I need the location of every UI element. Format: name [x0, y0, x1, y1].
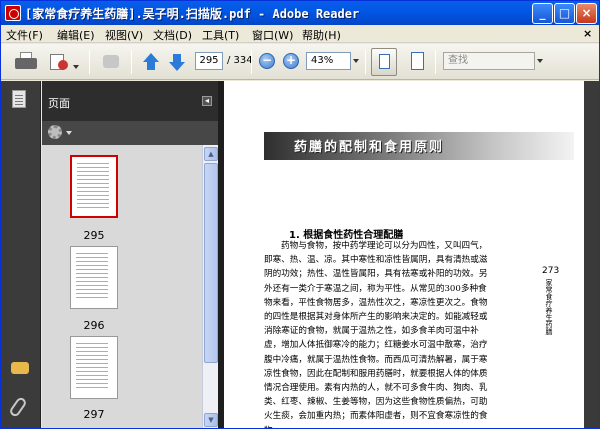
arrow-down-icon — [169, 62, 185, 71]
paragraph-line: 外还有一类介于寒温之间，称为平性。从常见的300多种食 — [264, 283, 487, 294]
toolbar-separator — [365, 50, 366, 74]
collapse-panel-button[interactable]: ◂ — [202, 96, 212, 106]
thumbnail-page-number: 295 — [83, 229, 105, 242]
running-header: 家常食疗养生药膳 — [545, 279, 553, 335]
menu-tools[interactable]: 工具(T) — [202, 27, 239, 43]
page-number-label: 273 — [542, 266, 560, 276]
pages-panel-icon[interactable] — [12, 90, 26, 108]
print-button[interactable] — [15, 50, 37, 74]
page-thumbnail-296[interactable] — [70, 246, 118, 309]
fit-width-icon — [411, 52, 424, 70]
options-dropdown-arrow[interactable] — [66, 131, 72, 135]
page-thumbnail-297[interactable] — [70, 336, 118, 399]
fit-page-button[interactable] — [371, 48, 397, 76]
pages-panel-title: 页面 — [48, 97, 70, 110]
toolbar-separator — [131, 50, 132, 74]
thumbnail-page-number: 297 — [83, 408, 105, 421]
next-page-button[interactable] — [167, 50, 187, 74]
collaborate-icon — [58, 60, 68, 70]
window-title: [家常食疗养生药膳].吴子明.扫描版.pdf - Adobe Reader — [25, 7, 360, 21]
page-total: / 334 — [227, 55, 253, 66]
pages-panel-toolbar — [42, 121, 218, 145]
comments-icon[interactable] — [11, 362, 29, 374]
speech-bubble-icon — [103, 55, 119, 68]
menu-bar: 文件(F) 编辑(E) 视图(V) 文档(D) 工具(T) 窗口(W) 帮助(H… — [1, 25, 599, 43]
search-input[interactable]: 查找 — [443, 52, 535, 70]
title-bar[interactable]: [家常食疗养生药膳].吴子明.扫描版.pdf - Adobe Reader _ … — [1, 1, 599, 25]
paragraph-line: 情况合理使用。素有内热的人，就不可多食牛肉、狗肉、乳 — [264, 383, 488, 394]
menu-document[interactable]: 文档(D) — [153, 27, 192, 43]
scrollbar-thumb[interactable] — [204, 163, 218, 363]
document-scrollbar[interactable] — [584, 81, 599, 428]
adobe-reader-window: [家常食疗养生药膳].吴子明.扫描版.pdf - Adobe Reader _ … — [0, 0, 600, 429]
close-button[interactable]: × — [576, 3, 597, 24]
scroll-down-button[interactable]: ▼ — [204, 413, 218, 427]
zoom-level-input[interactable]: 43% — [306, 52, 351, 70]
body-paragraph: 药物与食物，按中药学理论可以分为四性，又叫四气， 即寒、热、温、凉。其中寒性和凉… — [264, 239, 537, 428]
paragraph-line: 即寒、热、温、凉。其中寒性和凉性皆属阴，具有清热或滋 — [264, 255, 488, 266]
collaborate-dropdown-arrow[interactable] — [73, 65, 79, 69]
page-thumbnail-295[interactable] — [70, 155, 118, 218]
menu-help[interactable]: 帮助(H) — [302, 27, 341, 43]
paragraph-line: 药物与食物，按中药学理论可以分为四性，又叫四气， — [281, 241, 488, 251]
fit-page-icon — [379, 54, 390, 69]
pages-panel-header: 页面 ◂ — [42, 81, 218, 121]
minimize-button[interactable]: _ — [532, 3, 553, 24]
document-close-button[interactable]: × — [583, 27, 592, 40]
paragraph-line: 类、红枣、辣椒、生姜等物，因为这些食物性质偏热，可助 — [264, 397, 488, 408]
toolbar-separator — [89, 50, 90, 74]
chevron-down-icon — [353, 59, 359, 63]
paragraph-line: 物。 — [264, 424, 537, 428]
thumbnail-scrollbar[interactable]: ▲ ▼ — [202, 145, 218, 428]
paragraph-line: 火生痰，会加重内热；而素体阳虚者，则不宜食寒凉性的食 — [264, 411, 488, 422]
gear-icon[interactable] — [48, 125, 62, 139]
zoom-out-button[interactable]: − — [259, 53, 275, 69]
chevron-down-icon — [537, 59, 543, 63]
scroll-up-button[interactable]: ▲ — [204, 147, 218, 161]
thumbnail-list: 295 296 297 — [42, 145, 202, 428]
menu-file[interactable]: 文件(F) — [6, 27, 43, 43]
maximize-button[interactable]: □ — [554, 3, 575, 24]
toolbar-separator — [435, 50, 436, 74]
search-dropdown[interactable] — [535, 52, 545, 70]
paragraph-line: 腹中冷痛，就属于温热性食物。而西瓜可清热解暑，属于寒 — [264, 354, 488, 365]
thumbnail-page-number: 296 — [83, 319, 105, 332]
paragraph-line: 阴的功效；热性、温性皆属阳，具有祛寒或补阳的功效。另 — [264, 269, 488, 280]
menu-window[interactable]: 窗口(W) — [252, 27, 293, 43]
chapter-heading: 药膳的配制和食用原则 — [294, 140, 445, 155]
paragraph-line: 消除寒证的食物，就属于温热之性，如多食羊肉可温中补 — [264, 326, 479, 337]
fit-width-button[interactable] — [408, 50, 428, 74]
comment-button[interactable] — [101, 50, 121, 74]
paragraph-line: 虚，增加人体抵御寒冷的能力；红糖姜水可温中散寒，治疗 — [264, 340, 488, 351]
navigation-strip — [1, 81, 41, 428]
adobe-reader-icon — [5, 5, 21, 21]
zoom-dropdown[interactable] — [351, 52, 361, 70]
menu-view[interactable]: 视图(V) — [105, 27, 143, 43]
menu-edit[interactable]: 编辑(E) — [57, 27, 95, 43]
arrow-up-icon — [143, 53, 159, 62]
collaborate-button[interactable] — [49, 50, 69, 74]
zoom-in-button[interactable]: + — [283, 53, 299, 69]
page-number-input[interactable]: 295 — [195, 52, 223, 70]
paragraph-line: 凉性食物，因此在配制和服用药膳时，就要根据人体的体质 — [264, 368, 488, 379]
document-page[interactable]: 药膳的配制和食用原则 1. 根据食性药性合理配膳 药物与食物，按中药学理论可以分… — [224, 81, 584, 428]
toolbar-separator — [251, 50, 252, 74]
paragraph-line: 的四性是根据其对身体所产生的影响来决定的。如能减轻或 — [264, 312, 488, 323]
previous-page-button[interactable] — [141, 50, 161, 74]
paragraph-line: 物来看，平性食物居多，温热性次之，寒凉性更次之。食物 — [264, 297, 488, 308]
